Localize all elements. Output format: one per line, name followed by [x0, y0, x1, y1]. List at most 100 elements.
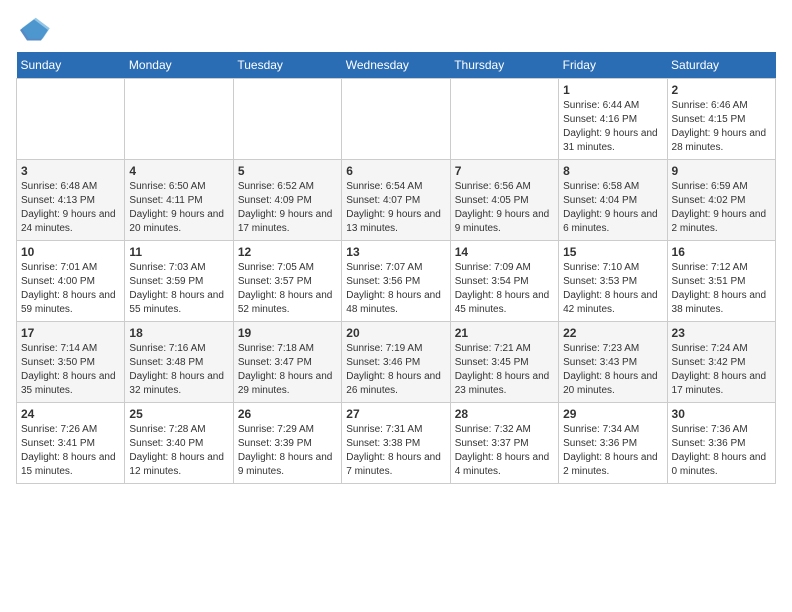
day-info: Sunrise: 7:21 AM Sunset: 3:45 PM Dayligh… [455, 342, 554, 398]
day-number: 3 [21, 164, 120, 178]
day-info: Sunrise: 7:16 AM Sunset: 3:48 PM Dayligh… [129, 342, 228, 398]
calendar-week-row: 3 Sunrise: 6:48 AM Sunset: 4:13 PM Daylig… [17, 160, 776, 241]
calendar-cell [125, 79, 233, 160]
calendar-day-header: Saturday [667, 52, 775, 79]
calendar-cell: 23 Sunrise: 7:24 AM Sunset: 3:42 PM Dayli… [667, 322, 775, 403]
day-info: Sunrise: 7:19 AM Sunset: 3:46 PM Dayligh… [346, 342, 445, 398]
day-number: 4 [129, 164, 228, 178]
calendar-cell: 10 Sunrise: 7:01 AM Sunset: 4:00 PM Dayli… [17, 241, 125, 322]
calendar-cell: 19Sunrise: 7:18 AM Sunset: 3:47 PM Dayli… [233, 322, 341, 403]
day-number: 8 [563, 164, 662, 178]
page-header [16, 16, 776, 44]
calendar-cell: 26Sunrise: 7:29 AM Sunset: 3:39 PM Dayli… [233, 403, 341, 484]
calendar-cell [450, 79, 558, 160]
logo [16, 16, 56, 44]
day-info: Sunrise: 7:34 AM Sunset: 3:36 PM Dayligh… [563, 423, 662, 479]
day-number: 21 [455, 326, 554, 340]
calendar-cell: 17 Sunrise: 7:14 AM Sunset: 3:50 PM Dayli… [17, 322, 125, 403]
day-number: 17 [21, 326, 120, 340]
calendar-cell: 3 Sunrise: 6:48 AM Sunset: 4:13 PM Daylig… [17, 160, 125, 241]
calendar-cell: 11 Sunrise: 7:03 AM Sunset: 3:59 PM Dayli… [125, 241, 233, 322]
day-info: Sunrise: 6:59 AM Sunset: 4:02 PM Dayligh… [672, 180, 771, 236]
calendar-cell: 21 Sunrise: 7:21 AM Sunset: 3:45 PM Dayli… [450, 322, 558, 403]
calendar-cell: 18 Sunrise: 7:16 AM Sunset: 3:48 PM Dayli… [125, 322, 233, 403]
day-info: Sunrise: 6:58 AM Sunset: 4:04 PM Dayligh… [563, 180, 662, 236]
calendar-day-header: Monday [125, 52, 233, 79]
calendar-cell: 12 Sunrise: 7:05 AM Sunset: 3:57 PM Dayli… [233, 241, 341, 322]
day-info: Sunrise: 7:07 AM Sunset: 3:56 PM Dayligh… [346, 261, 445, 317]
day-info: Sunrise: 7:36 AM Sunset: 3:36 PM Dayligh… [672, 423, 771, 479]
day-number: 29 [563, 407, 662, 421]
day-info: Sunrise: 6:48 AM Sunset: 4:13 PM Dayligh… [21, 180, 120, 236]
calendar-cell: 16Sunrise: 7:12 AM Sunset: 3:51 PM Dayli… [667, 241, 775, 322]
day-info: Sunrise: 6:54 AM Sunset: 4:07 PM Dayligh… [346, 180, 445, 236]
calendar-cell: 4 Sunrise: 6:50 AM Sunset: 4:11 PM Daylig… [125, 160, 233, 241]
day-number: 28 [455, 407, 554, 421]
day-number: 30 [672, 407, 771, 421]
day-number: 20 [346, 326, 445, 340]
day-info: Sunrise: 6:44 AM Sunset: 4:16 PM Dayligh… [563, 99, 662, 155]
calendar-cell [342, 79, 450, 160]
calendar-cell [233, 79, 341, 160]
day-info: Sunrise: 7:32 AM Sunset: 3:37 PM Dayligh… [455, 423, 554, 479]
calendar-cell: 30 Sunrise: 7:36 AM Sunset: 3:36 PM Dayli… [667, 403, 775, 484]
calendar-cell: 8 Sunrise: 6:58 AM Sunset: 4:04 PM Daylig… [559, 160, 667, 241]
day-info: Sunrise: 7:10 AM Sunset: 3:53 PM Dayligh… [563, 261, 662, 317]
calendar-cell: 13 Sunrise: 7:07 AM Sunset: 3:56 PM Dayli… [342, 241, 450, 322]
day-number: 14 [455, 245, 554, 259]
calendar-cell: 22Sunrise: 7:23 AM Sunset: 3:43 PM Dayli… [559, 322, 667, 403]
day-info: Sunrise: 7:03 AM Sunset: 3:59 PM Dayligh… [129, 261, 228, 317]
calendar-week-row: 17 Sunrise: 7:14 AM Sunset: 3:50 PM Dayli… [17, 322, 776, 403]
day-info: Sunrise: 7:05 AM Sunset: 3:57 PM Dayligh… [238, 261, 337, 317]
calendar-cell: 25 Sunrise: 7:28 AM Sunset: 3:40 PM Dayli… [125, 403, 233, 484]
day-info: Sunrise: 7:28 AM Sunset: 3:40 PM Dayligh… [129, 423, 228, 479]
day-number: 10 [21, 245, 120, 259]
day-info: Sunrise: 6:56 AM Sunset: 4:05 PM Dayligh… [455, 180, 554, 236]
day-info: Sunrise: 7:12 AM Sunset: 3:51 PM Dayligh… [672, 261, 771, 317]
day-number: 13 [346, 245, 445, 259]
day-number: 25 [129, 407, 228, 421]
calendar-cell: 2 Sunrise: 6:46 AM Sunset: 4:15 PM Daylig… [667, 79, 775, 160]
calendar: SundayMondayTuesdayWednesdayThursdayFrid… [16, 52, 776, 484]
calendar-week-row: 24 Sunrise: 7:26 AM Sunset: 3:41 PM Dayli… [17, 403, 776, 484]
day-info: Sunrise: 6:50 AM Sunset: 4:11 PM Dayligh… [129, 180, 228, 236]
calendar-cell [17, 79, 125, 160]
day-number: 23 [672, 326, 771, 340]
day-info: Sunrise: 7:29 AM Sunset: 3:39 PM Dayligh… [238, 423, 337, 479]
day-number: 5 [238, 164, 337, 178]
calendar-day-header: Thursday [450, 52, 558, 79]
day-number: 2 [672, 83, 771, 97]
day-number: 27 [346, 407, 445, 421]
calendar-day-header: Friday [559, 52, 667, 79]
day-number: 11 [129, 245, 228, 259]
day-info: Sunrise: 7:09 AM Sunset: 3:54 PM Dayligh… [455, 261, 554, 317]
day-info: Sunrise: 6:46 AM Sunset: 4:15 PM Dayligh… [672, 99, 771, 155]
calendar-day-header: Tuesday [233, 52, 341, 79]
day-number: 6 [346, 164, 445, 178]
calendar-day-header: Wednesday [342, 52, 450, 79]
day-number: 24 [21, 407, 120, 421]
calendar-cell: 29 Sunrise: 7:34 AM Sunset: 3:36 PM Dayli… [559, 403, 667, 484]
calendar-header-row: SundayMondayTuesdayWednesdayThursdayFrid… [17, 52, 776, 79]
calendar-week-row: 10 Sunrise: 7:01 AM Sunset: 4:00 PM Dayli… [17, 241, 776, 322]
day-number: 15 [563, 245, 662, 259]
day-info: Sunrise: 7:24 AM Sunset: 3:42 PM Dayligh… [672, 342, 771, 398]
day-number: 19 [238, 326, 337, 340]
day-number: 18 [129, 326, 228, 340]
day-info: Sunrise: 7:26 AM Sunset: 3:41 PM Dayligh… [21, 423, 120, 479]
calendar-cell: 7 Sunrise: 6:56 AM Sunset: 4:05 PM Daylig… [450, 160, 558, 241]
calendar-day-header: Sunday [17, 52, 125, 79]
logo-icon [16, 16, 52, 44]
day-number: 7 [455, 164, 554, 178]
calendar-cell: 14 Sunrise: 7:09 AM Sunset: 3:54 PM Dayli… [450, 241, 558, 322]
day-info: Sunrise: 6:52 AM Sunset: 4:09 PM Dayligh… [238, 180, 337, 236]
calendar-cell: 9 Sunrise: 6:59 AM Sunset: 4:02 PM Daylig… [667, 160, 775, 241]
calendar-cell: 1 Sunrise: 6:44 AM Sunset: 4:16 PM Daylig… [559, 79, 667, 160]
day-number: 12 [238, 245, 337, 259]
calendar-cell: 20 Sunrise: 7:19 AM Sunset: 3:46 PM Dayli… [342, 322, 450, 403]
calendar-week-row: 1 Sunrise: 6:44 AM Sunset: 4:16 PM Daylig… [17, 79, 776, 160]
day-info: Sunrise: 7:01 AM Sunset: 4:00 PM Dayligh… [21, 261, 120, 317]
day-number: 1 [563, 83, 662, 97]
day-info: Sunrise: 7:14 AM Sunset: 3:50 PM Dayligh… [21, 342, 120, 398]
day-number: 9 [672, 164, 771, 178]
